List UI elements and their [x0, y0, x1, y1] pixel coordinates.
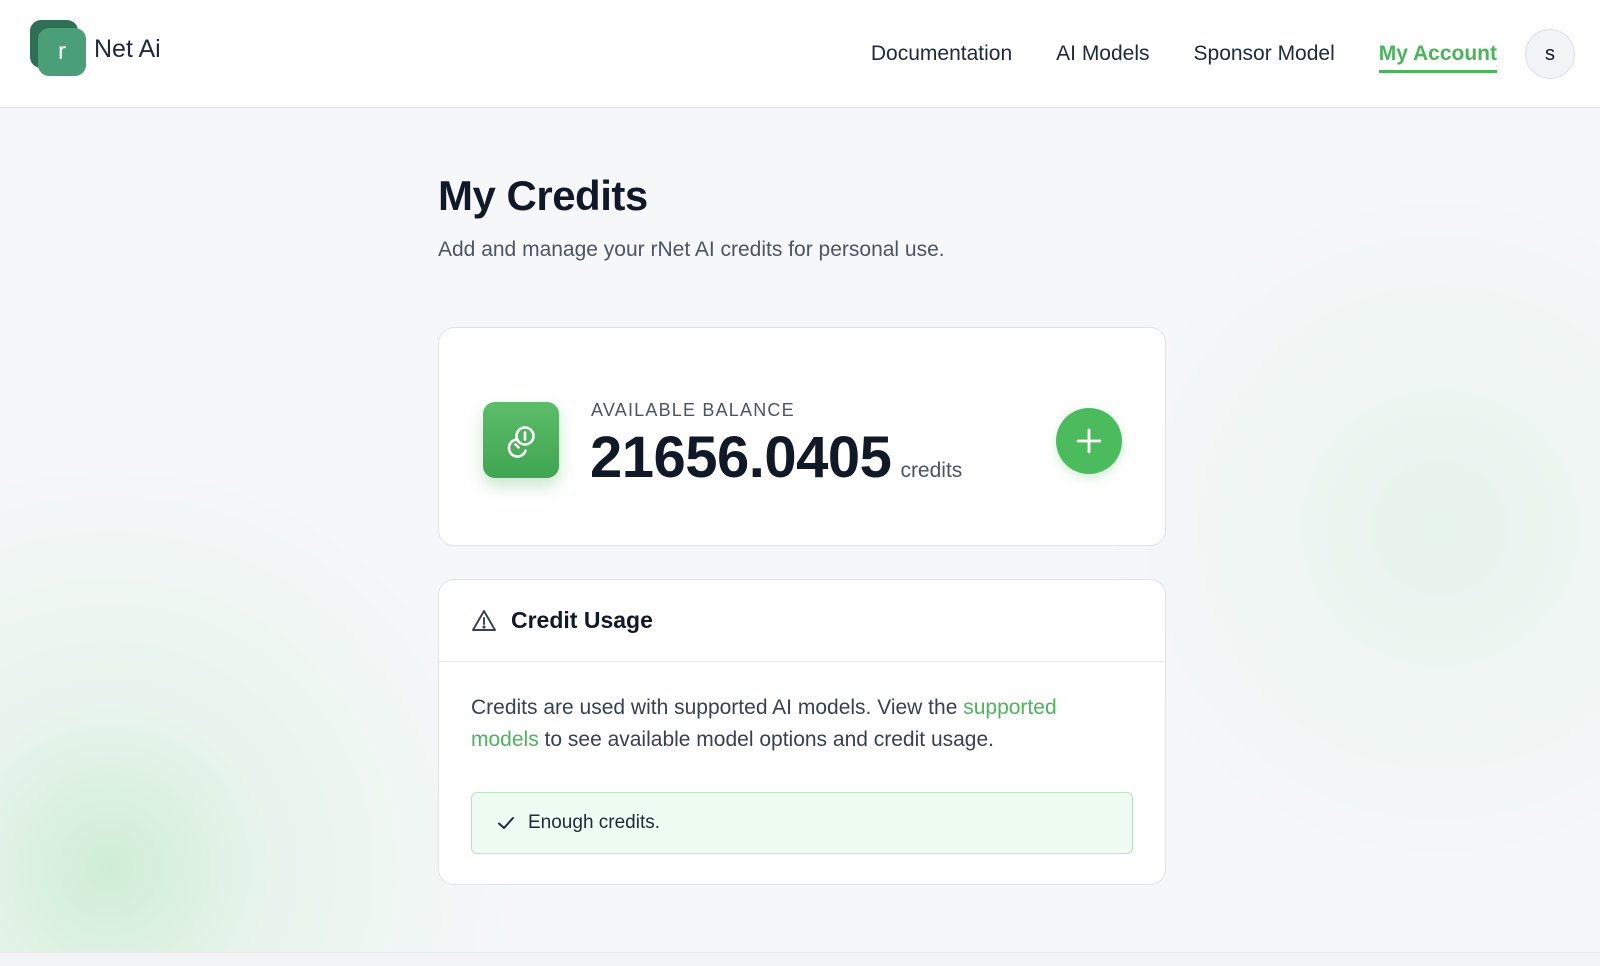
user-avatar[interactable]: s	[1525, 29, 1575, 79]
credit-usage-card: Credit Usage Credits are used with suppo…	[438, 579, 1166, 885]
usage-text-after: to see available model options and credi…	[538, 728, 994, 751]
credit-usage-description: Credits are used with supported AI model…	[471, 692, 1111, 756]
usage-text-before: Credits are used with supported AI model…	[471, 696, 964, 719]
warning-triangle-icon	[472, 609, 496, 631]
balance-amount: 21656.0405 credits	[590, 424, 962, 491]
balance-card: AVAILABLE BALANCE 21656.0405 credits	[438, 327, 1166, 546]
page-title: My Credits	[438, 172, 648, 219]
credit-status-box: Enough credits.	[471, 792, 1133, 854]
logo-mark: r	[30, 20, 88, 78]
add-credits-button[interactable]	[1056, 408, 1122, 474]
logo-letter: r	[38, 28, 86, 76]
page-footer-edge	[0, 952, 1600, 966]
balance-label: AVAILABLE BALANCE	[591, 400, 795, 420]
main-nav: Documentation AI Models Sponsor Model My…	[871, 0, 1600, 108]
top-header: r Net Ai Documentation AI Models Sponsor…	[0, 0, 1600, 108]
brand-logo[interactable]: r Net Ai	[30, 20, 161, 78]
credit-status-text: Enough credits.	[528, 812, 661, 833]
page-subtitle: Add and manage your rNet AI credits for …	[438, 238, 945, 261]
logo-text: Net Ai	[94, 34, 161, 63]
nav-documentation[interactable]: Documentation	[871, 42, 1012, 66]
coins-icon	[483, 402, 559, 478]
check-icon	[498, 817, 514, 829]
credit-usage-header: Credit Usage	[439, 580, 1165, 662]
credit-usage-title: Credit Usage	[511, 607, 653, 633]
nav-sponsor-model[interactable]: Sponsor Model	[1194, 42, 1335, 66]
nav-ai-models[interactable]: AI Models	[1056, 42, 1149, 66]
nav-my-account[interactable]: My Account	[1378, 42, 1497, 73]
balance-unit: credits	[900, 459, 963, 482]
balance-value: 21656.0405	[590, 425, 892, 490]
main-content: My Credits Add and manage your rNet AI c…	[438, 172, 1168, 885]
plus-icon	[1076, 428, 1102, 454]
